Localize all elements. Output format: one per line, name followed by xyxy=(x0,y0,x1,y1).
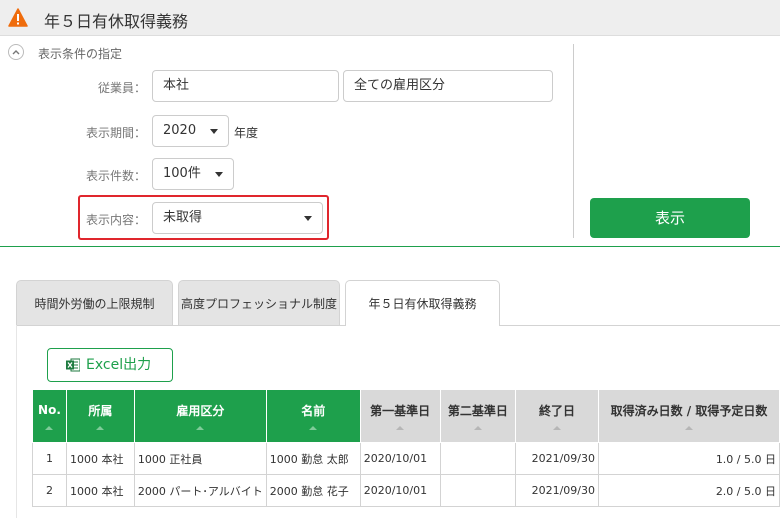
content-select[interactable]: 未取得 xyxy=(152,202,323,234)
cell-employment-type: 2000 パート･アルバイト xyxy=(133,474,267,507)
sort-icon xyxy=(684,426,693,430)
collapse-toggle[interactable] xyxy=(8,44,24,60)
chevron-down-icon xyxy=(304,216,312,221)
content-label: 表示内容： xyxy=(85,213,146,227)
col-header-employment-type[interactable]: 雇用区分 xyxy=(133,389,267,443)
cell-end-date: 2021/09/30 xyxy=(515,442,599,475)
sort-icon xyxy=(553,426,562,430)
section-divider xyxy=(0,246,780,247)
sort-icon xyxy=(309,426,318,430)
period-select[interactable]: 2020 xyxy=(152,115,229,147)
sort-icon xyxy=(45,426,54,430)
show-button[interactable]: 表示 xyxy=(590,198,750,238)
cell-no: 2 xyxy=(32,474,67,507)
col-header-days[interactable]: 取得済み日数 / 取得予定日数 xyxy=(597,389,780,443)
page-header: 年５日有休取得義務 xyxy=(0,0,780,36)
col-header-first-base-date[interactable]: 第一基準日 xyxy=(359,389,441,443)
excel-export-button[interactable]: Excel出力 xyxy=(47,348,173,382)
cell-second-base-date xyxy=(439,474,517,507)
employee-label: 従業員： xyxy=(97,81,146,95)
cell-department: 1000 本社 xyxy=(65,442,135,475)
warning-icon xyxy=(8,8,28,27)
page-title: 年５日有休取得義務 xyxy=(44,12,189,31)
cell-no: 1 xyxy=(32,442,67,475)
chevron-down-icon xyxy=(215,172,223,177)
cell-first-base-date: 2020/10/01 xyxy=(359,474,441,507)
employee-input[interactable]: 本社 xyxy=(152,70,339,102)
conditions-title: 表示条件の指定 xyxy=(38,47,123,61)
sort-icon xyxy=(473,426,482,430)
vertical-divider xyxy=(573,44,574,238)
leave-table: No. 所属 雇用区分 名前 第一基準日 第二基準日 終了日 取得済み日数 / … xyxy=(32,389,780,507)
tab-paid-leave-obligation[interactable]: 年５日有休取得義務 xyxy=(345,280,500,326)
col-header-second-base-date[interactable]: 第二基準日 xyxy=(439,389,517,443)
period-value: 2020 xyxy=(163,123,197,138)
content-value: 未取得 xyxy=(163,210,203,225)
col-header-no[interactable]: No. xyxy=(32,389,67,443)
col-header-end-date[interactable]: 終了日 xyxy=(515,389,599,443)
cell-department: 1000 本社 xyxy=(65,474,135,507)
tab-overtime-limit[interactable]: 時間外労働の上限規制 xyxy=(16,280,173,325)
excel-icon xyxy=(66,358,80,372)
excel-button-label: Excel出力 xyxy=(86,357,152,373)
cell-end-date: 2021/09/30 xyxy=(515,474,599,507)
cell-days: 1.0 / 5.0 日 xyxy=(597,442,780,475)
count-label: 表示件数： xyxy=(85,169,146,183)
cell-name: 2000 勤怠 花子 xyxy=(265,474,361,507)
chevron-down-icon xyxy=(210,129,218,134)
col-header-name[interactable]: 名前 xyxy=(265,389,361,443)
chevron-up-icon xyxy=(12,50,20,55)
cell-name: 1000 勤怠 太郎 xyxy=(265,442,361,475)
cell-first-base-date: 2020/10/01 xyxy=(359,442,441,475)
employment-type-input[interactable]: 全ての雇用区分 xyxy=(343,70,553,102)
period-unit: 年度 xyxy=(234,126,259,140)
sort-icon xyxy=(96,426,105,430)
sort-icon xyxy=(196,426,205,430)
table-row[interactable]: 1 1000 本社 1000 正社員 1000 勤怠 太郎 2020/10/01… xyxy=(32,442,780,475)
count-select[interactable]: 100件 xyxy=(152,158,234,190)
cell-second-base-date xyxy=(439,442,517,475)
tab-high-professional[interactable]: 高度プロフェッショナル制度 xyxy=(178,280,340,325)
cell-employment-type: 1000 正社員 xyxy=(133,442,267,475)
period-label: 表示期間： xyxy=(85,126,146,140)
sort-icon xyxy=(396,426,405,430)
table-row[interactable]: 2 1000 本社 2000 パート･アルバイト 2000 勤怠 花子 2020… xyxy=(32,474,780,507)
count-value: 100件 xyxy=(163,166,201,181)
cell-days: 2.0 / 5.0 日 xyxy=(597,474,780,507)
table-header-row: No. 所属 雇用区分 名前 第一基準日 第二基準日 終了日 取得済み日数 / … xyxy=(32,389,780,443)
col-header-department[interactable]: 所属 xyxy=(65,389,135,443)
